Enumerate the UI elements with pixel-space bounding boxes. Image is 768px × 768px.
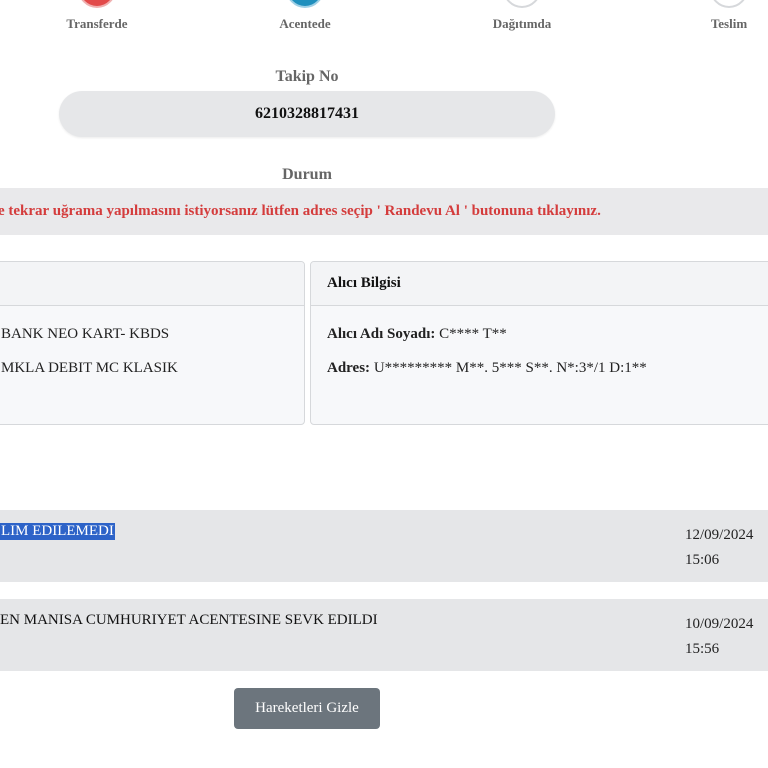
- recipient-name-label: Alıcı Adı Soyadı:: [327, 326, 436, 342]
- step-teslim-indicator: [710, 0, 748, 8]
- movement-time: 15:06: [685, 552, 720, 568]
- tracking-label: Takip No: [275, 68, 339, 85]
- tracking-number: 6210328817431: [59, 91, 555, 137]
- shipment-info-line-1: BANK NEO KART- KBDS: [1, 326, 170, 342]
- recipient-name-row: Alıcı Adı Soyadı: C**** T**: [327, 326, 507, 343]
- recipient-info-title: Alıcı Bilgisi: [311, 262, 768, 306]
- step-dagitimda-label: Dağıtımda: [492, 16, 552, 31]
- movement-item: EN MANISA CUMHURIYET ACENTESINE SEVK EDI…: [0, 599, 768, 671]
- recipient-info-card: Alıcı Bilgisi Alıcı Adı Soyadı: C**** T*…: [310, 261, 768, 425]
- shipment-info-card: BANK NEO KART- KBDS MKLA DEBIT MC KLASIK: [0, 261, 305, 425]
- step-transferde-label: Transferde: [66, 16, 128, 31]
- movement-time: 15:56: [685, 641, 720, 657]
- status-warning-banner: e tekrar uğrama yapılmasını istiyorsanız…: [0, 188, 768, 235]
- shipment-progress-steps: Transferde Acentede Dağıtımda Teslim: [0, 0, 768, 40]
- step-dagitimda-indicator: [503, 0, 541, 8]
- hide-movements-button[interactable]: Hareketleri Gizle: [234, 688, 380, 729]
- movement-item: LIM EDILEMEDI 12/09/2024 15:06: [0, 510, 768, 582]
- recipient-address-row: Adres: U********* M**. 5*** S**. N*:3*/1…: [327, 360, 647, 377]
- movement-date: 10/09/2024: [685, 616, 754, 632]
- recipient-address-label: Adres:: [327, 360, 371, 376]
- step-teslim-label: Teslim: [710, 16, 748, 31]
- status-warning-text: e tekrar uğrama yapılmasını istiyorsanız…: [0, 203, 601, 219]
- recipient-name-value: C**** T**: [439, 326, 507, 342]
- shipment-info-header: [0, 262, 304, 306]
- shipment-info-line-2: MKLA DEBIT MC KLASIK: [1, 360, 178, 376]
- movement-description: EN MANISA CUMHURIYET ACENTESINE SEVK EDI…: [0, 612, 378, 628]
- status-label: Durum: [282, 166, 332, 183]
- recipient-address-value: U********* M**. 5*** S**. N*:3*/1 D:1**: [373, 360, 647, 376]
- movement-datetime: 12/09/2024 15:06: [685, 523, 753, 573]
- movement-datetime: 10/09/2024 15:56: [685, 612, 753, 662]
- step-acentede-indicator: [286, 0, 324, 8]
- movement-date: 12/09/2024: [685, 527, 754, 543]
- movement-description: LIM EDILEMEDI: [0, 523, 115, 540]
- step-acentede-label: Acentede: [279, 16, 331, 31]
- step-transferde-indicator: [78, 0, 116, 8]
